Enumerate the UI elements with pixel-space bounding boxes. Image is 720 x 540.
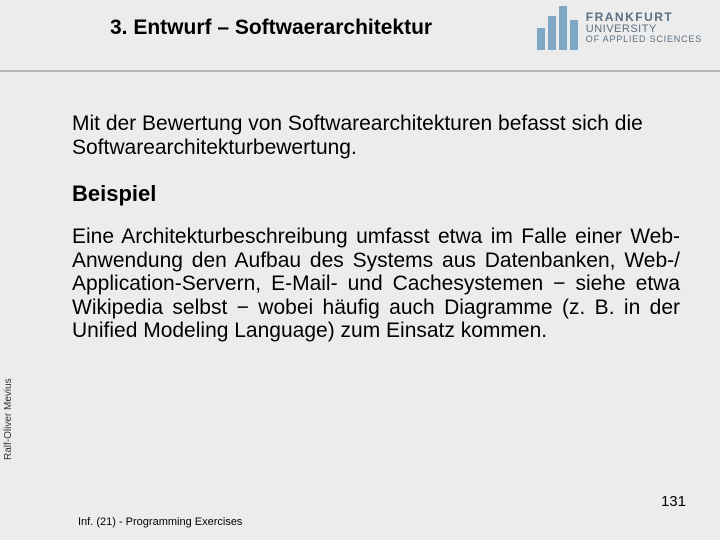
page-number: 131 xyxy=(661,493,686,510)
slide-title: 3. Entwurf – Softwaerarchitektur xyxy=(110,16,432,40)
footer-text: Inf. (21) - Programming Exercises xyxy=(78,516,242,528)
intro-paragraph: Mit der Bewertung von Softwarearchitektu… xyxy=(72,112,680,159)
example-paragraph: Eine Architekturbeschreibung umfasst etw… xyxy=(72,225,680,343)
logo-text: FRANKFURT UNIVERSITY OF APPLIED SCIENCES xyxy=(586,11,702,45)
slide-content: Mit der Bewertung von Softwarearchitektu… xyxy=(72,112,680,343)
header-divider xyxy=(0,70,720,72)
slide-header: 3. Entwurf – Softwaerarchitektur FRANKFU… xyxy=(0,0,720,76)
university-logo: FRANKFURT UNIVERSITY OF APPLIED SCIENCES xyxy=(537,6,702,50)
slide: 3. Entwurf – Softwaerarchitektur FRANKFU… xyxy=(0,0,720,540)
author-label: Ralf-Oliver Mevius xyxy=(3,378,14,460)
logo-line1: FRANKFURT xyxy=(586,11,702,24)
logo-bars-icon xyxy=(537,6,578,50)
subheading: Beispiel xyxy=(72,181,680,207)
logo-line3: OF APPLIED SCIENCES xyxy=(586,35,702,44)
